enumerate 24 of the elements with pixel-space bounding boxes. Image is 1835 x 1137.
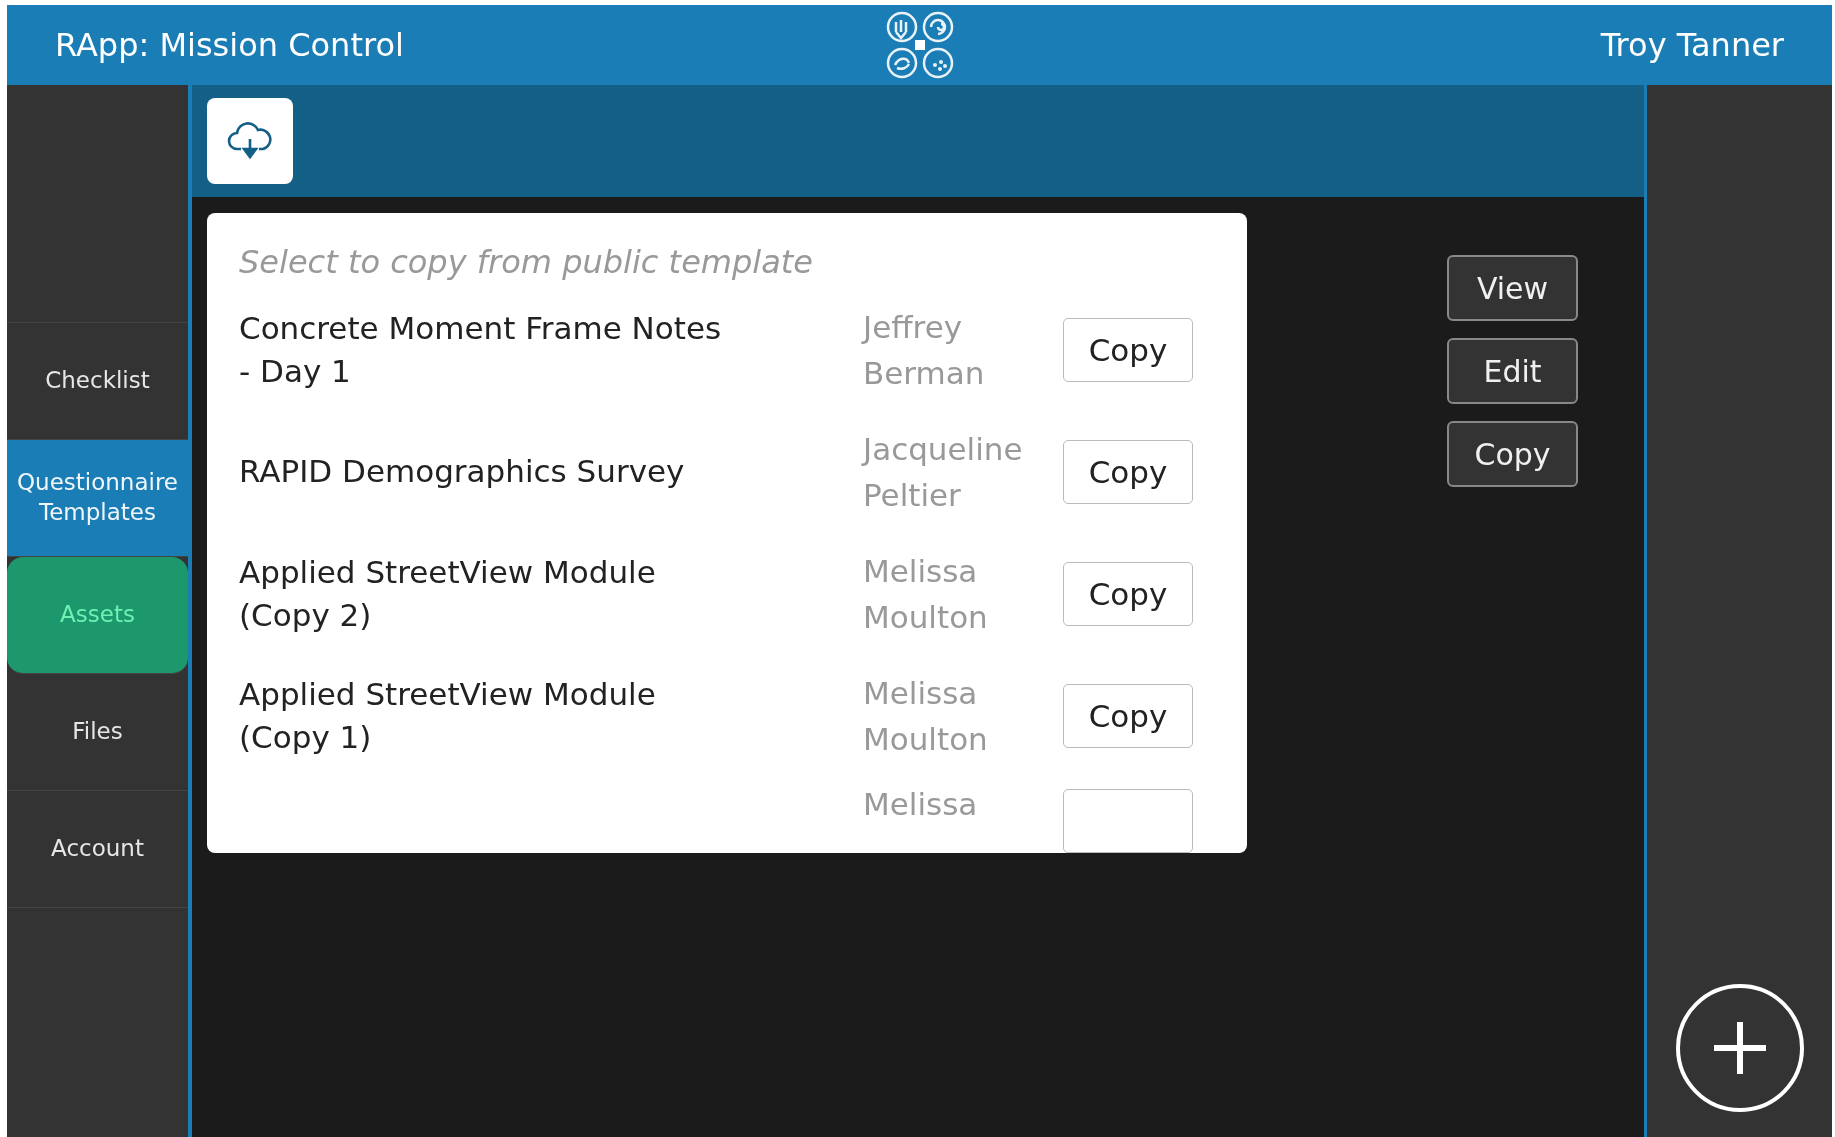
template-author: Melissa <box>863 785 979 824</box>
copy-button[interactable]: Copy <box>1063 684 1193 748</box>
template-title[interactable]: Applied StreetView Module (Copy 1) <box>239 672 739 760</box>
template-author: Melissa Moulton <box>863 551 989 637</box>
template-author: Jeffrey Berman <box>863 307 986 393</box>
template-title[interactable]: Applied StreetView Module (Copy 2) <box>239 550 739 638</box>
template-title[interactable]: Concrete Moment Frame Notes - Day 1 <box>239 306 739 394</box>
copy-button[interactable]: Copy <box>1063 440 1193 504</box>
action-button[interactable]: View <box>1447 255 1578 321</box>
cloud-download-button[interactable] <box>207 98 293 184</box>
template-author: Jacqueline Peltier <box>863 429 1024 515</box>
template-title[interactable]: RAPID Demographics Survey <box>239 450 739 494</box>
action-button[interactable]: Edit <box>1447 338 1578 404</box>
cloud-download-icon <box>227 121 273 161</box>
sidebar-item[interactable]: Questionnaire Templates <box>7 440 188 557</box>
user-name: Troy Tanner <box>1599 26 1784 64</box>
copy-button[interactable]: Copy <box>1063 562 1193 626</box>
add-button[interactable] <box>1675 984 1804 1112</box>
copy-button[interactable]: Copy <box>1063 318 1193 382</box>
app-title: RApp: Mission Control <box>55 26 405 64</box>
list-hint: Select to copy from public template <box>239 242 815 283</box>
logo-icon <box>884 10 955 80</box>
action-button[interactable]: Copy <box>1447 421 1578 487</box>
template-author: Melissa Moulton <box>863 673 989 759</box>
